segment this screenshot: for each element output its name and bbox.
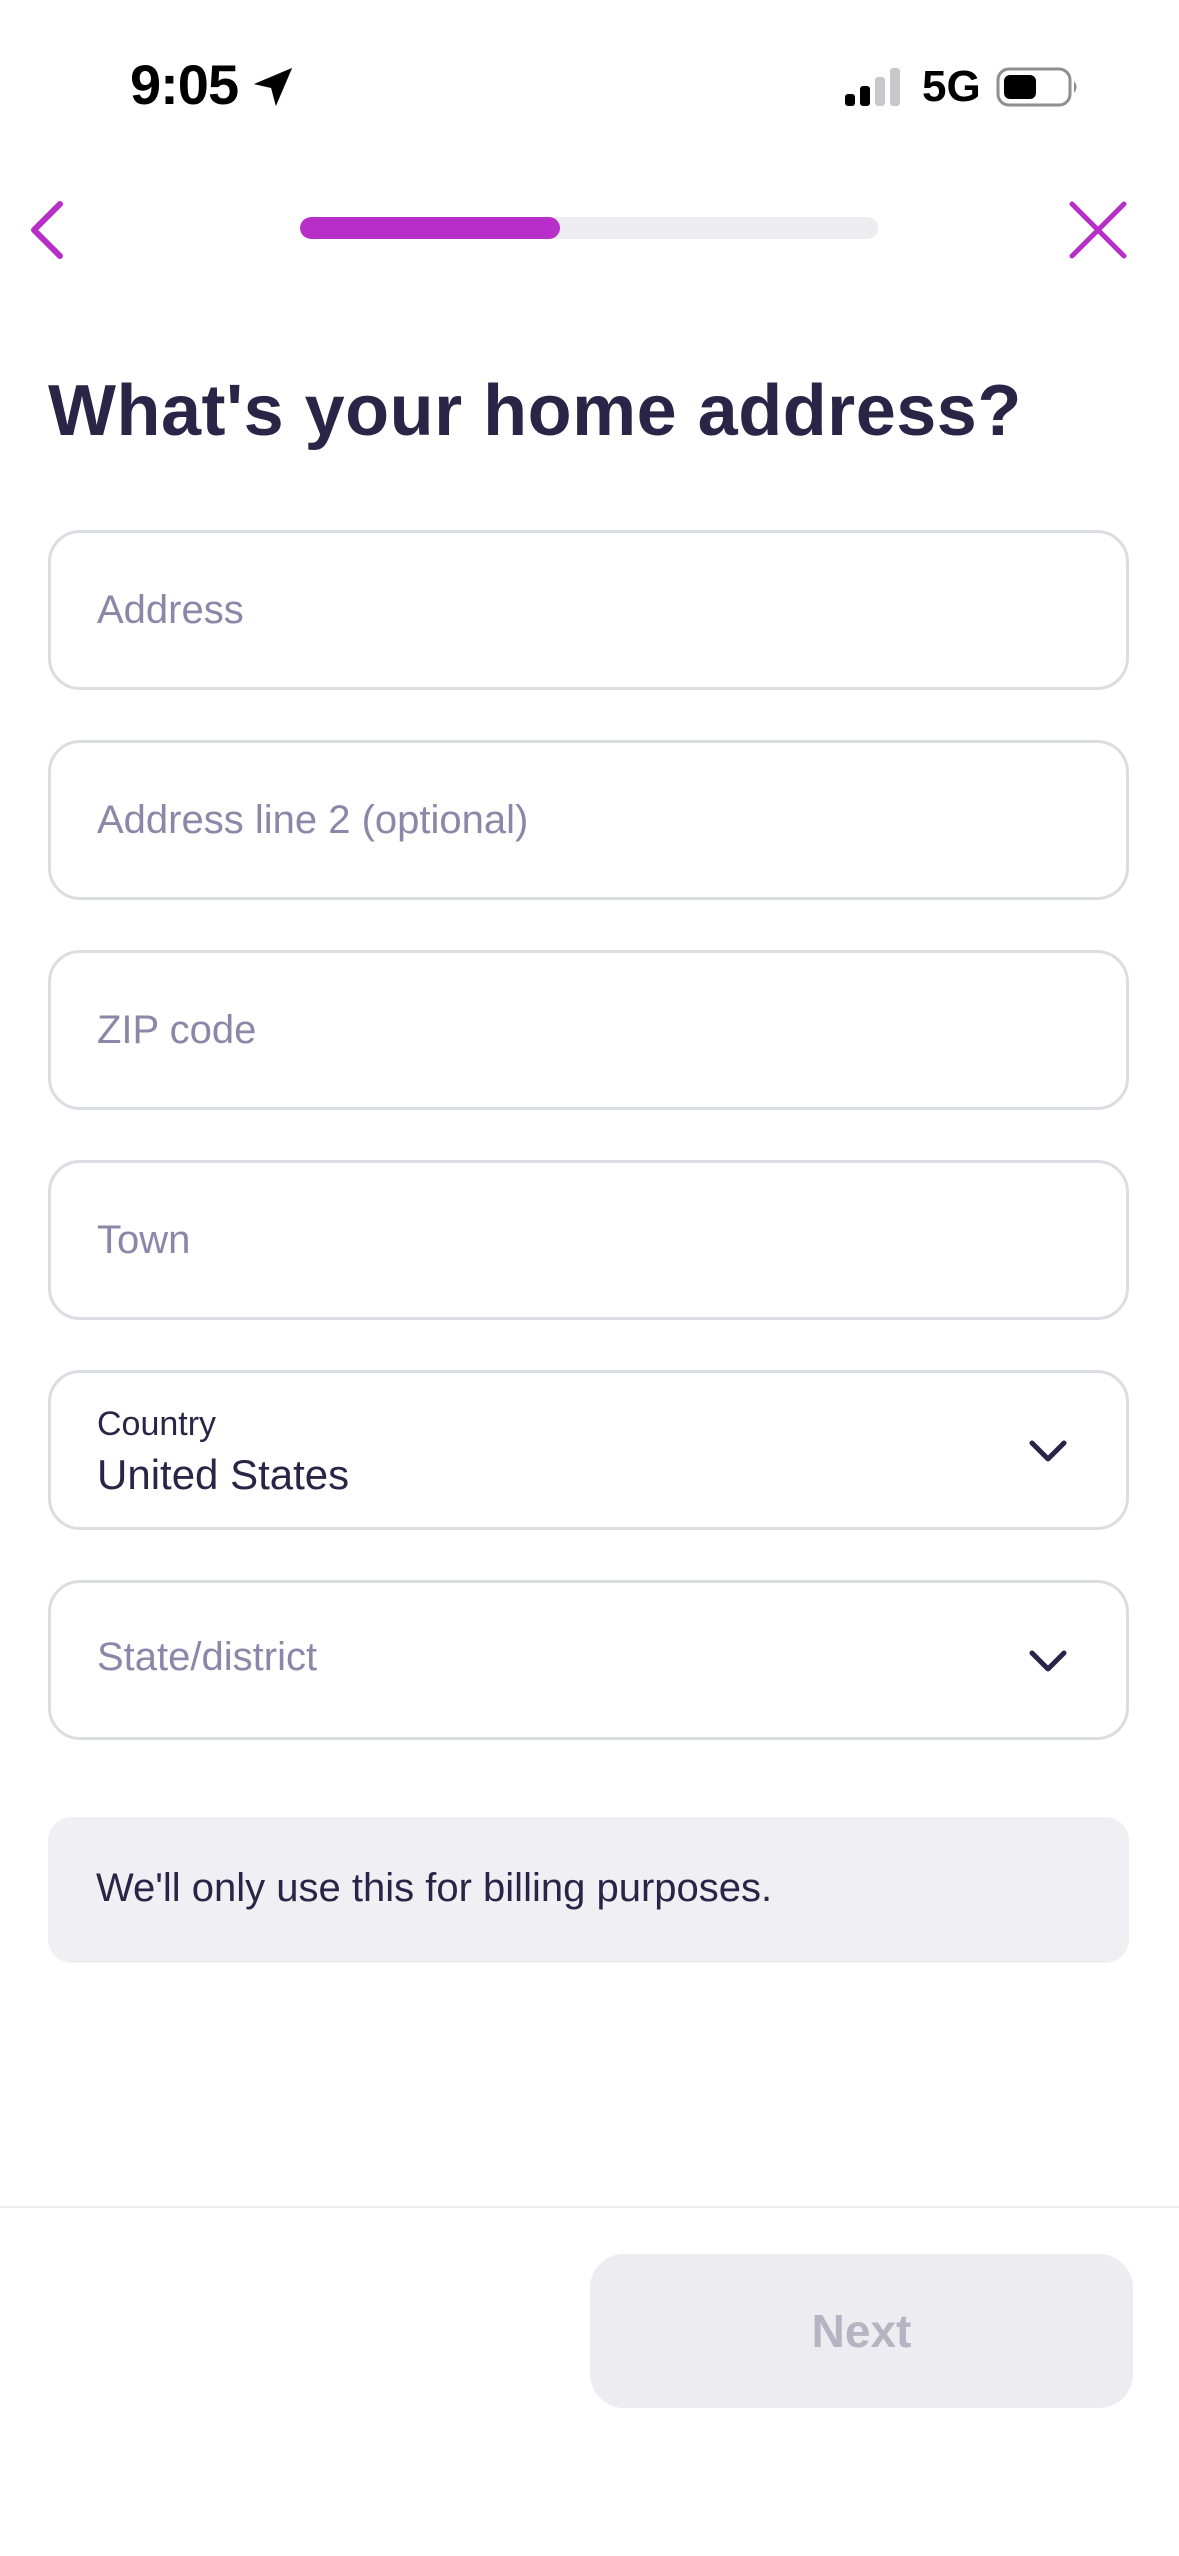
zip-code-input[interactable]	[97, 953, 1057, 1107]
back-button[interactable]	[12, 190, 92, 270]
address-input[interactable]	[97, 533, 1057, 687]
signal-icon	[845, 68, 900, 106]
address-field[interactable]	[48, 530, 1129, 690]
progress-bar	[300, 217, 878, 239]
status-time: 9:05	[130, 53, 239, 116]
next-button[interactable]: Next	[590, 2254, 1133, 2408]
close-button[interactable]	[1058, 190, 1138, 270]
status-bar: 9:05 5G	[0, 0, 1179, 170]
town-input[interactable]	[97, 1163, 1057, 1317]
progress-fill	[300, 217, 561, 239]
chevron-down-icon	[1029, 1440, 1067, 1462]
state-district-select[interactable]: State/district	[48, 1580, 1129, 1740]
location-arrow-icon	[253, 67, 293, 107]
next-button-label: Next	[811, 2305, 912, 2357]
address-line2-input[interactable]	[97, 743, 1057, 897]
country-value: United States	[97, 1451, 350, 1498]
billing-info-text: We'll only use this for billing purposes…	[96, 1866, 773, 1910]
close-icon	[1069, 201, 1127, 259]
town-field[interactable]	[48, 1160, 1129, 1320]
battery-icon	[996, 67, 1077, 107]
chevron-down-icon	[1029, 1650, 1067, 1672]
zip-code-field[interactable]	[48, 950, 1129, 1110]
billing-info-note: We'll only use this for billing purposes…	[48, 1817, 1129, 1963]
footer-divider	[0, 2206, 1179, 2208]
state-district-placeholder: State/district	[97, 1635, 318, 1679]
country-label: Country	[97, 1405, 217, 1443]
chevron-left-icon	[31, 201, 63, 259]
country-select[interactable]: Country United States	[48, 1370, 1129, 1530]
address-line2-field[interactable]	[48, 740, 1129, 900]
page-title: What's your home address?	[48, 371, 1022, 451]
network-type: 5G	[922, 62, 981, 111]
